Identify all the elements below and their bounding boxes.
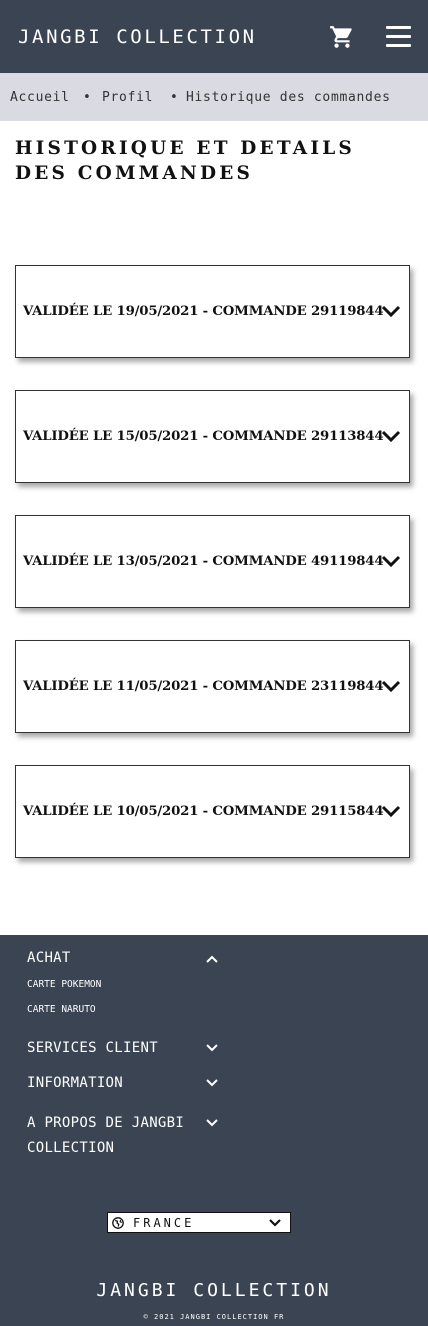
breadcrumb-order-history[interactable]: Historique des commandes xyxy=(186,90,391,105)
chevron-down-icon xyxy=(381,680,401,693)
hamburger-menu-icon[interactable] xyxy=(384,24,413,50)
page-title: HISTORIQUE ET DETAILS DES COMMANDES xyxy=(15,138,355,184)
cart-button[interactable] xyxy=(329,24,355,50)
order-label: VALIDÉE LE 13/05/2021 - COMMANDE 4911984… xyxy=(23,554,384,569)
breadcrumb: Accueil • Profil • Historique des comman… xyxy=(0,73,428,121)
breadcrumb-home[interactable]: Accueil xyxy=(10,90,70,105)
language-value: FRANCE xyxy=(133,1216,195,1230)
order-label: VALIDÉE LE 10/05/2021 - COMMANDE 2911584… xyxy=(23,804,384,819)
footer-section-a-propos[interactable]: A PROPOS DE JANGBI COLLECTION xyxy=(27,1111,202,1161)
chevron-down-icon xyxy=(269,1219,281,1227)
globe-icon xyxy=(112,1217,124,1229)
footer-brand: JANGBI COLLECTION xyxy=(96,1280,332,1301)
chevron-up-icon[interactable] xyxy=(205,954,219,964)
chevron-down-icon[interactable] xyxy=(205,1118,219,1128)
brand-logo[interactable]: JANGBI COLLECTION xyxy=(18,26,257,48)
footer-link-carte-naruto[interactable]: CARTE NARUTO xyxy=(27,1004,96,1015)
chevron-down-icon[interactable] xyxy=(205,1078,219,1088)
order-accordion[interactable]: VALIDÉE LE 15/05/2021 - COMMANDE 2911384… xyxy=(15,390,410,483)
footer: ACHAT CARTE POKEMON CARTE NARUTO SERVICE… xyxy=(0,935,428,1326)
language-selector[interactable]: FRANCE xyxy=(107,1212,291,1233)
order-accordion[interactable]: VALIDÉE LE 10/05/2021 - COMMANDE 2911584… xyxy=(15,765,410,858)
chevron-down-icon xyxy=(381,430,401,443)
top-header: JANGBI COLLECTION xyxy=(0,0,428,73)
shopping-cart-icon xyxy=(330,26,352,48)
chevron-down-icon xyxy=(381,305,401,318)
chevron-down-icon[interactable] xyxy=(205,1043,219,1053)
breadcrumb-profile[interactable]: Profil xyxy=(102,90,153,105)
order-accordion[interactable]: VALIDÉE LE 19/05/2021 - COMMANDE 2911984… xyxy=(15,265,410,358)
order-label: VALIDÉE LE 15/05/2021 - COMMANDE 2911384… xyxy=(23,429,384,444)
footer-section-services-client[interactable]: SERVICES CLIENT xyxy=(27,1036,158,1061)
footer-section-achat[interactable]: ACHAT xyxy=(27,946,71,971)
order-accordion[interactable]: VALIDÉE LE 13/05/2021 - COMMANDE 4911984… xyxy=(15,515,410,608)
order-label: VALIDÉE LE 19/05/2021 - COMMANDE 2911984… xyxy=(23,304,384,319)
breadcrumb-separator: • xyxy=(170,90,178,105)
footer-copyright: © 2021 JANGBI COLLECTION FR xyxy=(143,1313,285,1321)
chevron-down-icon xyxy=(381,555,401,568)
breadcrumb-separator: • xyxy=(83,90,91,105)
footer-section-information[interactable]: INFORMATION xyxy=(27,1071,123,1096)
footer-link-carte-pokemon[interactable]: CARTE POKEMON xyxy=(27,979,101,990)
order-accordion[interactable]: VALIDÉE LE 11/05/2021 - COMMANDE 2311984… xyxy=(15,640,410,733)
chevron-down-icon xyxy=(381,805,401,818)
order-label: VALIDÉE LE 11/05/2021 - COMMANDE 2311984… xyxy=(23,679,384,694)
